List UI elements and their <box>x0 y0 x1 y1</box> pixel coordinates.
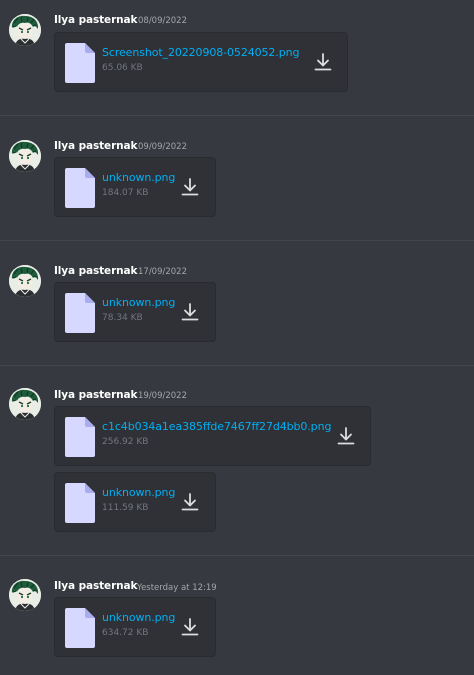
attachment-filename-link[interactable]: Screenshot_20220908-0524052.png <box>102 46 299 59</box>
attachment-size: 184.07 KB <box>102 188 149 198</box>
message: Ilya pasternak 17/09/2022 unknown.png 78… <box>0 241 474 365</box>
avatar-icon[interactable] <box>9 14 41 46</box>
file-icon <box>65 608 95 648</box>
message: Ilya pasternak 08/09/2022 Screenshot_202… <box>0 0 474 115</box>
username[interactable]: Ilya pasternak <box>54 580 138 592</box>
file-attachment: Screenshot_20220908-0524052.png 65.06 KB <box>54 32 348 92</box>
username[interactable]: Ilya pasternak <box>54 265 138 277</box>
file-attachment: unknown.png 184.07 KB <box>54 157 216 217</box>
username[interactable]: Ilya pasternak <box>54 14 138 26</box>
avatar-icon[interactable] <box>9 579 41 611</box>
timestamp: 17/09/2022 <box>138 267 187 277</box>
file-icon <box>65 293 95 333</box>
attachment-filename-link[interactable]: unknown.png <box>102 611 175 624</box>
file-icon <box>65 417 95 457</box>
attachment-filename-link[interactable]: unknown.png <box>102 296 175 309</box>
attachment-filename-link[interactable]: unknown.png <box>102 171 175 184</box>
file-attachment: unknown.png 111.59 KB <box>54 472 216 532</box>
message: Ilya pasternak Yesterday at 12:19 unknow… <box>0 556 474 675</box>
file-attachment: unknown.png 78.34 KB <box>54 282 216 342</box>
timestamp: 08/09/2022 <box>138 16 187 26</box>
attachment-size: 65.06 KB <box>102 63 143 73</box>
message: Ilya pasternak 19/09/2022 c1c4b034a1ea38… <box>0 366 474 555</box>
timestamp: 19/09/2022 <box>138 391 187 401</box>
attachment-size: 256.92 KB <box>102 437 149 447</box>
file-icon <box>65 168 95 208</box>
attachment-size: 78.34 KB <box>102 313 143 323</box>
file-icon <box>65 483 95 523</box>
download-icon[interactable] <box>313 52 333 72</box>
download-icon[interactable] <box>180 617 200 637</box>
file-attachment: unknown.png 634.72 KB <box>54 597 216 657</box>
message-feed: Ilya pasternak 08/09/2022 Screenshot_202… <box>0 0 474 675</box>
username[interactable]: Ilya pasternak <box>54 389 138 401</box>
avatar-icon[interactable] <box>9 265 41 297</box>
attachment-filename-link[interactable]: c1c4b034a1ea385ffde7467ff27d4bb0.png <box>102 420 331 433</box>
attachment-filename-link[interactable]: unknown.png <box>102 486 175 499</box>
avatar-icon[interactable] <box>9 388 41 420</box>
file-attachment: c1c4b034a1ea385ffde7467ff27d4bb0.png 256… <box>54 406 371 466</box>
attachment-size: 634.72 KB <box>102 628 149 638</box>
attachment-size: 111.59 KB <box>102 503 149 513</box>
download-icon[interactable] <box>180 492 200 512</box>
message: Ilya pasternak 09/09/2022 unknown.png 18… <box>0 116 474 240</box>
download-icon[interactable] <box>180 302 200 322</box>
username[interactable]: Ilya pasternak <box>54 140 138 152</box>
download-icon[interactable] <box>180 177 200 197</box>
download-icon[interactable] <box>336 426 356 446</box>
timestamp: 09/09/2022 <box>138 142 187 152</box>
avatar-icon[interactable] <box>9 140 41 172</box>
timestamp: Yesterday at 12:19 <box>137 583 217 593</box>
file-icon <box>65 43 95 83</box>
